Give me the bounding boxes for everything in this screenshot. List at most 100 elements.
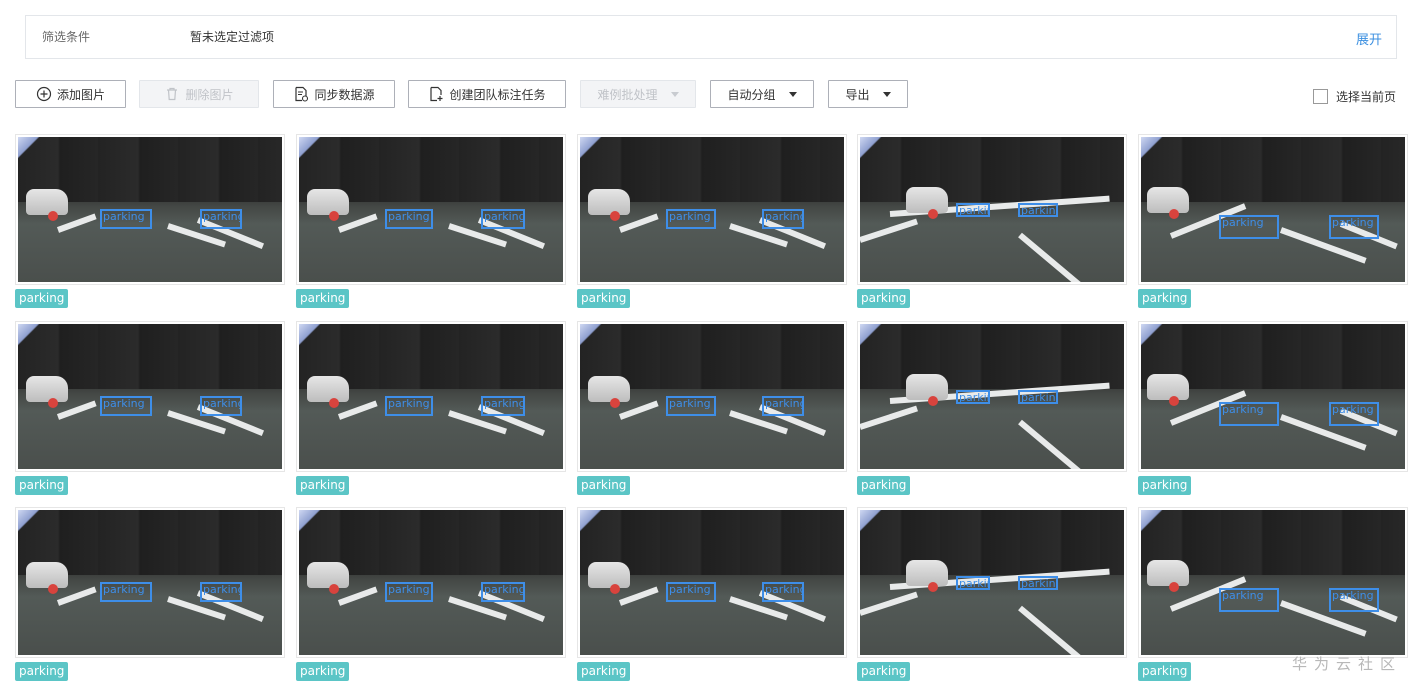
bounding-box: parking <box>666 209 716 229</box>
export-dropdown[interactable]: 导出 <box>828 80 908 108</box>
bounding-box: parking <box>1219 215 1279 239</box>
image-card[interactable]: parking parking parking <box>296 321 566 496</box>
image-card[interactable]: parking parking parking <box>857 134 1127 309</box>
image-thumbnail[interactable]: parking parking <box>296 507 566 658</box>
delete-images-label: 删除图片 <box>185 87 234 102</box>
image-thumbnail[interactable]: parking parking <box>15 134 285 285</box>
image-card[interactable]: parking parking parking <box>577 507 847 682</box>
bounding-box: parking <box>1219 588 1279 612</box>
wall <box>860 137 1124 203</box>
lens-glare <box>1141 137 1163 159</box>
lens-glare <box>860 137 882 159</box>
image-thumbnail[interactable]: parking parking <box>1138 134 1408 285</box>
image-thumbnail[interactable]: parking parking <box>1138 507 1408 658</box>
lens-glare <box>18 324 40 346</box>
bounding-box: parking <box>385 396 433 416</box>
label-tag: parking <box>1138 289 1192 308</box>
bounding-box: parking <box>481 582 525 602</box>
auto-group-label: 自动分组 <box>727 87 776 102</box>
auto-group-dropdown[interactable]: 自动分组 <box>710 80 814 108</box>
image-card[interactable]: parking parking parking <box>577 321 847 496</box>
bounding-box: parking <box>100 582 152 602</box>
filter-value: 暂未选定过滤项 <box>190 30 275 44</box>
image-card[interactable]: parking parking parking <box>857 321 1127 496</box>
label-tag: parking <box>857 289 911 308</box>
plus-circle-icon <box>36 86 52 102</box>
image-thumbnail[interactable]: parking parking <box>296 134 566 285</box>
robot-car <box>307 562 349 594</box>
add-images-button[interactable]: 添加图片 <box>15 80 126 108</box>
floor-marking <box>618 586 659 606</box>
image-thumbnail[interactable]: parking parking <box>577 507 847 658</box>
image-card[interactable]: parking parking parking <box>1138 321 1408 496</box>
image-card[interactable]: parking parking parking <box>15 134 285 309</box>
floor-marking <box>1018 232 1091 282</box>
robot-car <box>1147 187 1189 219</box>
bounding-box: parking <box>200 396 242 416</box>
image-card[interactable]: parking parking parking <box>577 134 847 309</box>
bounding-box: parking <box>666 396 716 416</box>
filter-bar: 筛选条件 暂未选定过滤项 展开 <box>25 15 1397 59</box>
image-thumbnail[interactable]: parking parking <box>857 134 1127 285</box>
expand-link[interactable]: 展开 <box>1356 29 1382 48</box>
delete-images-button[interactable]: 删除图片 <box>139 80 259 108</box>
parking-scene-image: parking parking <box>299 137 563 282</box>
floor-marking <box>56 400 97 420</box>
select-page-checkbox[interactable] <box>1313 89 1328 104</box>
sync-document-icon <box>295 86 309 102</box>
robot-car <box>588 376 630 408</box>
chevron-down-icon <box>882 91 891 97</box>
bounding-box: parking <box>385 209 433 229</box>
image-card[interactable]: parking parking parking <box>296 507 566 682</box>
parking-scene-image: parking parking <box>1141 137 1405 282</box>
robot-car <box>906 187 948 219</box>
image-thumbnail[interactable]: parking parking <box>15 321 285 472</box>
parking-scene-image: parking parking <box>1141 324 1405 469</box>
bounding-box: parking <box>666 582 716 602</box>
bounding-box: parking <box>762 582 804 602</box>
image-thumbnail[interactable]: parking parking <box>857 321 1127 472</box>
select-page-label: 选择当前页 <box>1336 90 1397 104</box>
bounding-box: parking <box>1329 402 1379 426</box>
hard-case-batch-dropdown[interactable]: 难例批处理 <box>580 80 696 108</box>
robot-car <box>906 374 948 406</box>
select-current-page[interactable]: 选择当前页 <box>1313 88 1396 105</box>
image-thumbnail[interactable]: parking parking <box>296 321 566 472</box>
sync-datasource-button[interactable]: 同步数据源 <box>273 80 395 108</box>
create-team-task-button[interactable]: 创建团队标注任务 <box>408 80 566 108</box>
image-card[interactable]: parking parking parking <box>15 321 285 496</box>
hard-case-batch-label: 难例批处理 <box>597 87 658 102</box>
image-thumbnail[interactable]: parking parking <box>15 507 285 658</box>
image-thumbnail[interactable]: parking parking <box>1138 321 1408 472</box>
robot-car <box>1147 374 1189 406</box>
bounding-box: parking <box>100 209 152 229</box>
robot-car <box>307 376 349 408</box>
parking-scene-image: parking parking <box>18 137 282 282</box>
floor-marking <box>337 213 378 233</box>
bounding-box: parking <box>1219 402 1279 426</box>
image-thumbnail[interactable]: parking parking <box>577 321 847 472</box>
bounding-box: parking <box>1018 390 1058 404</box>
chevron-down-icon <box>788 91 797 97</box>
image-card[interactable]: parking parking parking <box>857 507 1127 682</box>
lens-glare <box>299 324 321 346</box>
parking-scene-image: parking parking <box>299 324 563 469</box>
image-thumbnail[interactable]: parking parking <box>857 507 1127 658</box>
image-card[interactable]: parking parking parking <box>15 507 285 682</box>
lens-glare <box>580 510 602 532</box>
bounding-box: parking <box>1329 588 1379 612</box>
parking-scene-image: parking parking <box>580 137 844 282</box>
floor-marking <box>56 586 97 606</box>
robot-car <box>26 376 68 408</box>
image-card[interactable]: parking parking parking <box>296 134 566 309</box>
trash-icon <box>167 87 178 101</box>
parking-scene-image: parking parking <box>860 510 1124 655</box>
image-card[interactable]: parking parking parking <box>1138 134 1408 309</box>
add-document-icon <box>430 86 443 102</box>
add-images-label: 添加图片 <box>56 87 105 102</box>
image-thumbnail[interactable]: parking parking <box>577 134 847 285</box>
floor-marking <box>337 586 378 606</box>
chevron-down-icon <box>670 91 679 97</box>
floor-marking <box>1018 605 1091 655</box>
robot-car <box>906 560 948 592</box>
